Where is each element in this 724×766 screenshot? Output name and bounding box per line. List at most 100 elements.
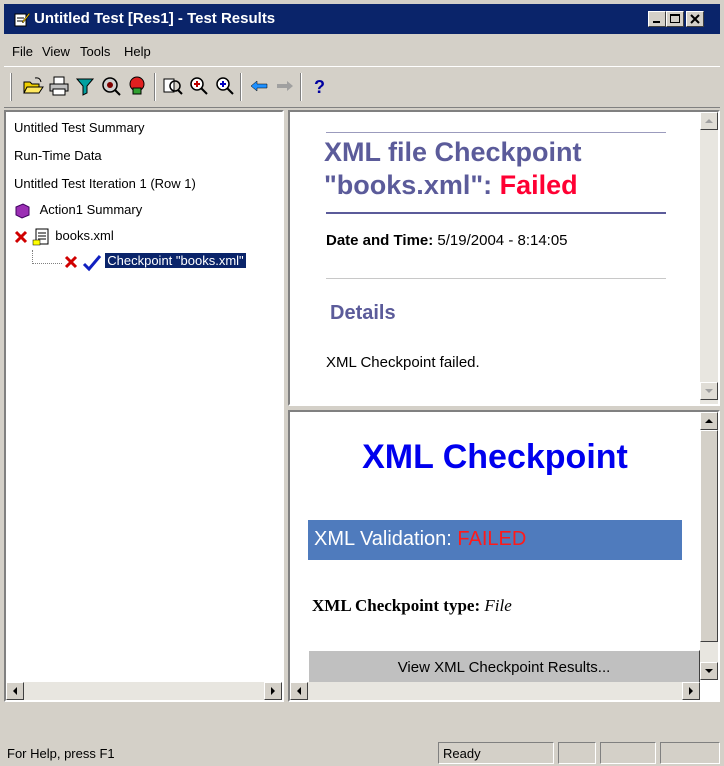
- tree-connector: [32, 250, 62, 264]
- failed-x-icon: [64, 255, 78, 269]
- chevron-right-icon: [271, 687, 275, 695]
- go-to-node-icon[interactable]: [126, 75, 148, 97]
- date-label: Date and Time:: [326, 232, 434, 249]
- minimize-button[interactable]: [648, 11, 666, 27]
- window-title: Untitled Test [Res1] - Test Results: [34, 10, 276, 27]
- heading-name: "books.xml":: [324, 170, 493, 200]
- status-bar: For Help, press F1 Ready: [0, 738, 724, 766]
- app-icon: [14, 12, 30, 27]
- toolbar-grip: [10, 73, 12, 101]
- maximize-button[interactable]: [666, 11, 684, 27]
- header-rule-bottom: [326, 212, 666, 214]
- toolbar-separator: [300, 73, 302, 101]
- scroll-right-button[interactable]: [264, 682, 282, 700]
- close-icon: [690, 14, 700, 24]
- date-value: 5/19/2004 - 8:14:05: [437, 232, 568, 249]
- heading-prefix: XML file Checkpoint: [324, 137, 582, 167]
- xml-checkpoint-pane: XML Checkpoint XML Validation: FAILED XM…: [288, 410, 720, 702]
- heading-status: Failed: [499, 170, 578, 200]
- minimize-icon: [653, 21, 660, 23]
- validation-status: FAILED: [457, 528, 527, 550]
- print-icon[interactable]: [48, 75, 70, 97]
- zoom-in-icon[interactable]: [188, 75, 210, 97]
- toolbar-separator: [240, 73, 242, 101]
- chevron-down-icon: [705, 669, 713, 673]
- status-state: Ready: [438, 742, 554, 764]
- status-help-text: For Help, press F1: [7, 746, 115, 761]
- checkpoint-type-row: XML Checkpoint type: File: [312, 596, 512, 616]
- checkpoint-vertical-scrollbar[interactable]: [700, 412, 718, 680]
- type-value: File: [484, 596, 512, 615]
- tree-item-label: Checkpoint "books.xml": [104, 252, 247, 270]
- scroll-right-button[interactable]: [682, 682, 700, 700]
- tree-item-iteration[interactable]: Untitled Test Iteration 1 (Row 1): [14, 176, 196, 191]
- tree-item-label: Untitled Test Summary: [14, 120, 145, 135]
- find-icon[interactable]: [100, 75, 122, 97]
- details-heading: Details: [330, 302, 396, 324]
- open-icon[interactable]: [22, 75, 44, 97]
- results-tree-pane[interactable]: Untitled Test Summary Run-Time Data Unti…: [4, 110, 284, 702]
- summary-vertical-scrollbar[interactable]: [700, 112, 718, 404]
- validation-label: XML Validation:: [314, 528, 452, 550]
- menu-view[interactable]: View: [42, 44, 70, 59]
- toolbar: ?: [4, 66, 720, 108]
- maximize-icon: [670, 14, 680, 23]
- status-indicator: [660, 742, 720, 764]
- back-icon[interactable]: [248, 75, 270, 97]
- tree-item-checkpoint[interactable]: Checkpoint "books.xml": [64, 252, 247, 272]
- help-icon[interactable]: ?: [308, 75, 330, 97]
- zoom-icon[interactable]: [162, 75, 184, 97]
- zoom-out-icon[interactable]: [214, 75, 236, 97]
- menu-file[interactable]: File: [12, 44, 33, 59]
- date-time-row: Date and Time: 5/19/2004 - 8:14:05: [326, 232, 568, 249]
- tree-item-test-summary[interactable]: Untitled Test Summary: [14, 120, 145, 135]
- checkpoint-summary-pane: XML file Checkpoint "books.xml": Failed …: [288, 110, 720, 406]
- tree-item-books-xml[interactable]: books.xml: [14, 228, 114, 246]
- details-text: XML Checkpoint failed.: [326, 354, 480, 371]
- chevron-left-icon: [297, 687, 301, 695]
- scroll-left-button[interactable]: [290, 682, 308, 700]
- forward-icon[interactable]: [274, 75, 296, 97]
- xml-document-icon: [32, 228, 49, 246]
- tree-horizontal-scrollbar[interactable]: [6, 682, 282, 700]
- view-results-label: View XML Checkpoint Results...: [397, 659, 611, 676]
- filter-icon[interactable]: [74, 75, 96, 97]
- toolbar-separator: [154, 73, 156, 101]
- xml-checkpoint-title: XML Checkpoint: [362, 438, 628, 476]
- xml-validation-bar: XML Validation: FAILED: [308, 520, 682, 560]
- menu-bar: File View Tools Help: [4, 38, 720, 64]
- scroll-up-button[interactable]: [700, 112, 718, 130]
- scroll-up-button[interactable]: [700, 412, 718, 430]
- close-button[interactable]: [686, 11, 704, 27]
- test-results-window: Untitled Test [Res1] - Test Results File…: [0, 0, 724, 766]
- xml-checkpoint-icon: [82, 252, 101, 272]
- tree-item-label: Run-Time Data: [14, 148, 102, 163]
- chevron-down-icon: [705, 389, 713, 393]
- menu-help[interactable]: Help: [124, 44, 151, 59]
- title-bar[interactable]: Untitled Test [Res1] - Test Results: [4, 4, 720, 34]
- checkpoint-horizontal-scrollbar[interactable]: [290, 682, 700, 700]
- scroll-thumb[interactable]: [700, 430, 718, 642]
- tree-item-action-summary[interactable]: Action1 Summary: [14, 202, 142, 219]
- scroll-down-button[interactable]: [700, 662, 718, 680]
- chevron-left-icon: [13, 687, 17, 695]
- view-results-button[interactable]: View XML Checkpoint Results...: [308, 650, 700, 684]
- type-label: XML Checkpoint type:: [312, 596, 481, 615]
- tree-item-label: books.xml: [55, 228, 114, 244]
- svg-text:?: ?: [314, 77, 325, 97]
- tree-item-label: Action1 Summary: [39, 202, 143, 217]
- tree-item-label: Untitled Test Iteration 1 (Row 1): [14, 176, 196, 191]
- status-indicator: [600, 742, 656, 764]
- status-indicator: [558, 742, 596, 764]
- chevron-up-icon: [705, 119, 713, 123]
- scroll-left-button[interactable]: [6, 682, 24, 700]
- chevron-up-icon: [705, 419, 713, 423]
- menu-tools[interactable]: Tools: [80, 44, 110, 59]
- section-rule: [326, 278, 666, 279]
- tree-item-runtime-data[interactable]: Run-Time Data: [14, 148, 102, 163]
- failed-x-icon: [14, 230, 28, 244]
- scroll-down-button[interactable]: [700, 382, 718, 400]
- header-rule-top: [326, 132, 666, 133]
- action-icon: [15, 203, 30, 219]
- chevron-right-icon: [689, 687, 693, 695]
